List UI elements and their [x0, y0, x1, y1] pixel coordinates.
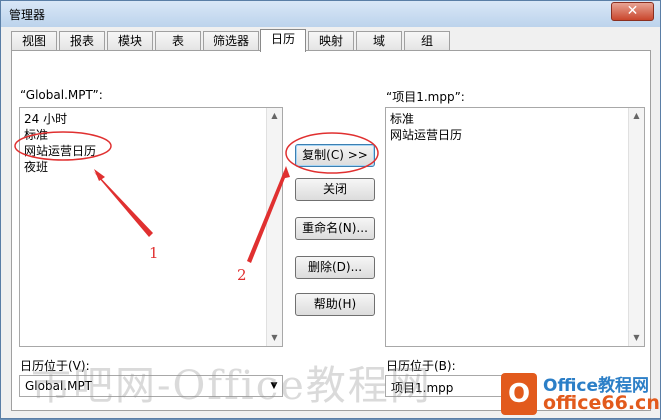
- arrow-two: [247, 171, 287, 263]
- manager-dialog: 管理器 ✕ 视图 报表 模块 表 筛选器 日历 映射 域 组 “Global.M…: [0, 0, 661, 419]
- site-logo: O Office教程网 office66.cn: [501, 369, 661, 419]
- annotation-number-two: 2: [237, 266, 247, 284]
- tab-calendars[interactable]: 日历: [260, 29, 306, 52]
- tab-label: 日历: [270, 32, 295, 46]
- highlight-ellipse-left: [14, 131, 112, 161]
- arrow-one: [93, 171, 153, 237]
- annotation-number-one: 1: [149, 244, 159, 262]
- logo-line-2: office66.cn: [543, 392, 660, 414]
- arrow-two-head: [281, 166, 290, 179]
- arrow-one-head: [94, 169, 105, 181]
- highlight-ellipse-copy: [285, 132, 379, 174]
- office-logo-icon: O: [501, 373, 537, 415]
- watermark-text: 市吧网-Office教程网: [31, 363, 432, 409]
